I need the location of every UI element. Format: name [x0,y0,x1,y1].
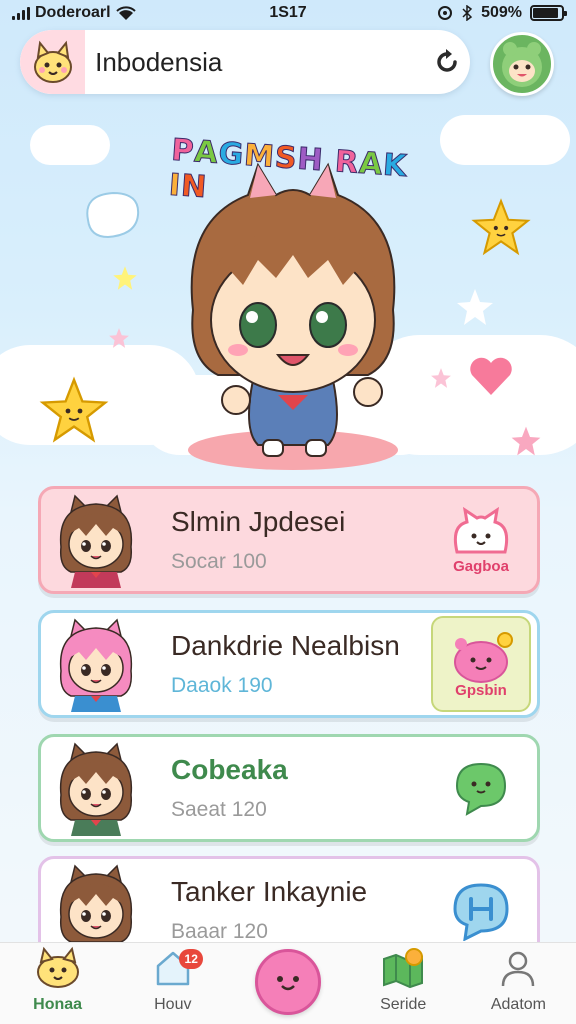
star-icon [431,368,451,388]
pink-blob-badge-icon [454,631,513,683]
nav-label: Honaa [33,996,83,1013]
nav-item-map[interactable]: Seride [346,943,461,1024]
user-icon [498,946,538,990]
location-icon [438,6,453,20]
card-title: Slmin Jpdesei [171,506,346,537]
nav-label: Houv [154,996,192,1013]
character-card[interactable]: Dankdrie Nealbisn Daaok 190 Gpsbin [38,610,540,718]
search-bar[interactable] [20,30,470,94]
nav-label: Seride [380,996,427,1013]
wifi-icon [115,5,136,20]
battery-icon [530,5,567,21]
star-icon [113,266,137,290]
card-badge[interactable]: Gpsbin [431,616,531,712]
refresh-button[interactable] [430,37,464,87]
map-icon [380,946,426,990]
signal-icon [12,6,30,20]
badge-label: Gpsbin [455,681,507,699]
green-chat-bubble-icon [455,762,507,816]
nav-item-house[interactable]: 12 Houv [115,943,230,1024]
cloud-decoration [30,125,110,165]
card-title: Cobeaka [171,754,288,785]
battery-percentage: 509% [481,4,522,21]
star-mascot-icon [471,198,531,256]
cat-badge-icon [453,506,509,553]
badge-label: Gagboa [453,557,509,575]
star-icon [109,328,129,348]
card-score: Baaar 120 [171,920,268,943]
carrier-name: Doderoarl [35,4,111,21]
star-icon [457,289,493,325]
card-badge[interactable] [431,740,531,836]
character-card[interactable]: Slmin Jpdesei Socar 100 Gagboa [38,486,540,594]
character-avatar [41,614,151,714]
refresh-icon [437,49,457,72]
nav-label: Adatom [490,996,546,1013]
character-avatar [41,490,151,590]
ghost-icon [86,191,140,239]
cloud-decoration [440,115,570,165]
mascot-cat-icon [20,30,86,94]
anime-girl-illustration [188,162,398,470]
blue-chat-bubble-icon [453,883,509,941]
status-bar: Doderoarl 1S17 509% [0,0,576,26]
character-avatar [41,738,151,838]
card-score: Daaok 190 [171,674,273,697]
nav-item-account[interactable]: Adatom [461,943,576,1024]
card-title: Dankdrie Nealbisn [171,630,400,661]
star-mascot-icon [39,376,109,443]
card-score: Saeat 120 [171,798,267,821]
frog-mascot-icon [502,42,542,87]
card-badge[interactable]: Gagboa [431,492,531,588]
card-title: Tanker Inkaynie [171,876,368,907]
notification-badge: 12 [179,949,204,969]
profile-avatar[interactable] [490,32,554,96]
nav-item-center[interactable] [230,943,345,1024]
bottom-navigation: Honaa 12 Houv Seride Adatom [0,942,576,1024]
bluetooth-icon [462,5,473,21]
card-score: Socar 100 [171,550,267,573]
pink-blob-icon [255,949,321,1015]
heart-icon [470,357,512,395]
character-card[interactable]: Cobeaka Saeat 120 [38,734,540,842]
mascot-home-icon [32,946,84,990]
nav-item-home[interactable]: Honaa [0,943,115,1024]
star-icon [511,426,541,456]
search-input[interactable] [85,46,431,78]
hero-banner: PAGMSH RAKIN [0,105,576,475]
